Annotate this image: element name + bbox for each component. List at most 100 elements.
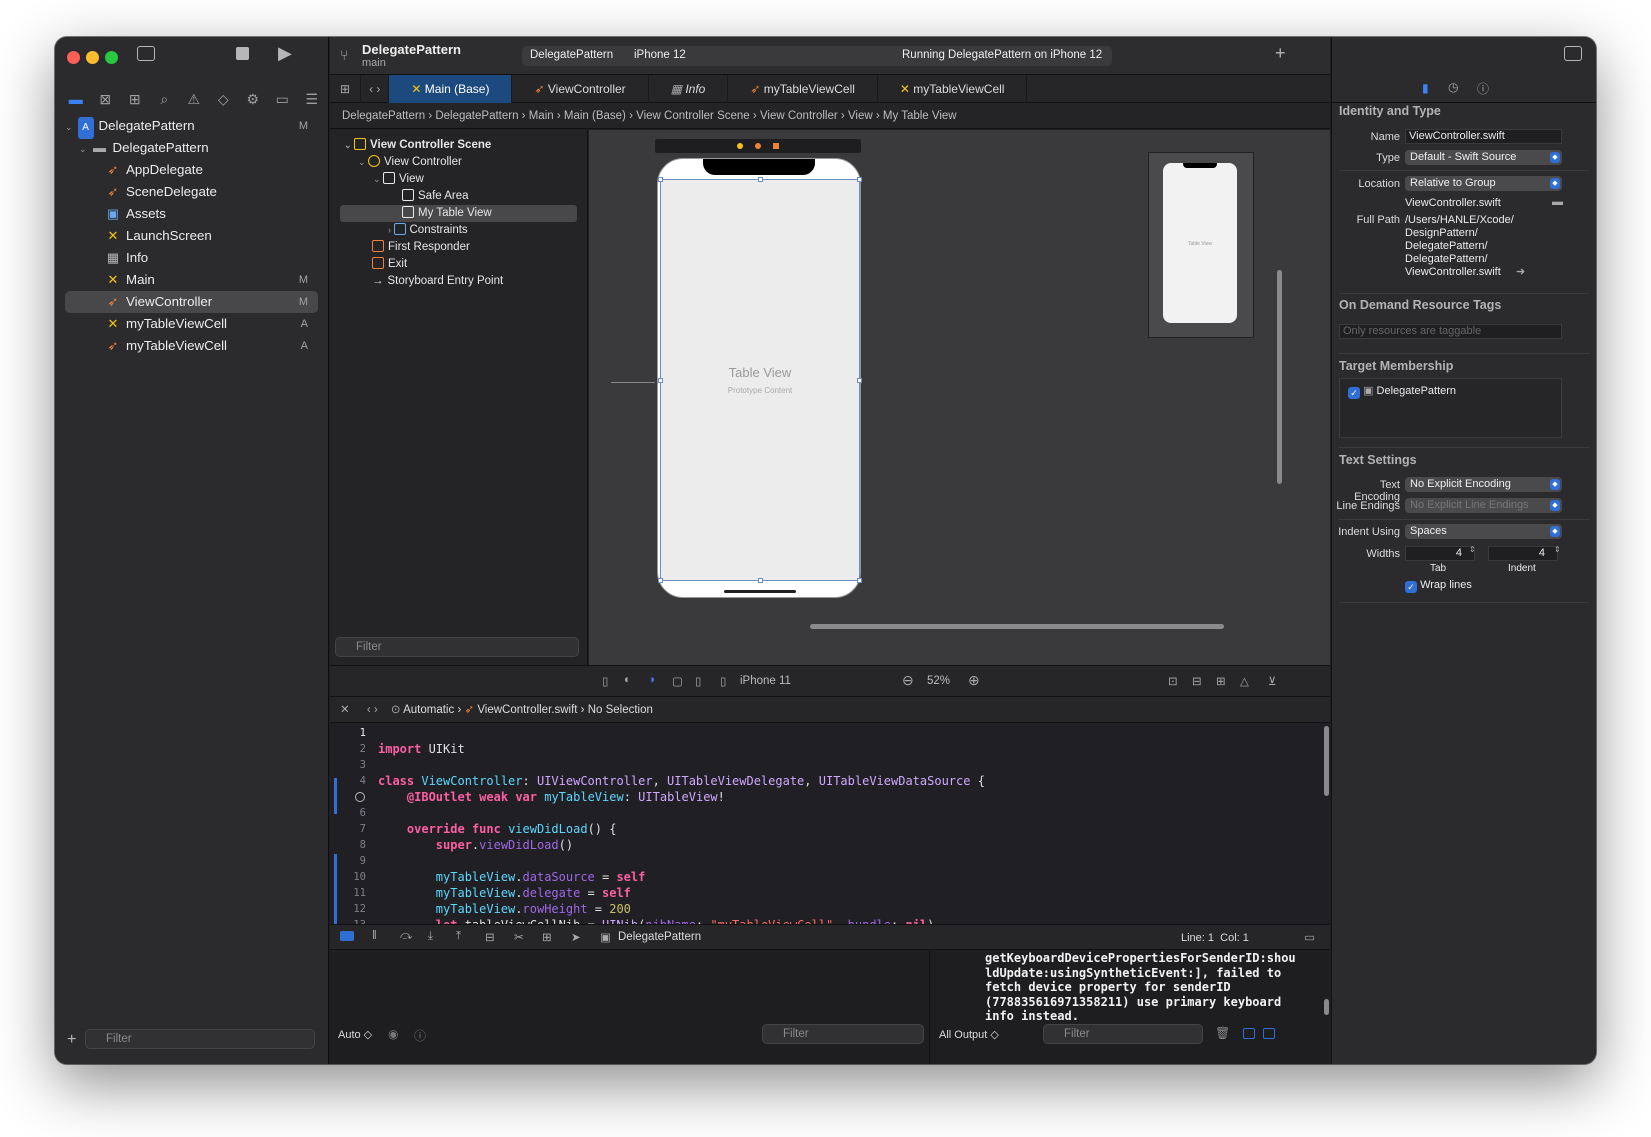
- minimize-window-button[interactable]: [86, 51, 99, 64]
- outline-my-table-view[interactable]: My Table View: [340, 205, 577, 222]
- zoom-window-button[interactable]: [105, 51, 118, 64]
- outline-view-controller[interactable]: ⌄ View Controller: [330, 154, 587, 171]
- file-inspector-icon[interactable]: ▮: [1422, 81, 1429, 95]
- help-inspector-icon[interactable]: ⓘ: [1477, 80, 1489, 97]
- folder-icon[interactable]: ▬: [1552, 196, 1563, 208]
- horizontal-scrollbar[interactable]: [810, 624, 1224, 629]
- outline-entry-point[interactable]: → Storyboard Entry Point: [330, 273, 587, 290]
- tree-item-viewcontroller[interactable]: ➶ ViewController M: [65, 291, 318, 313]
- close-icon[interactable]: ✕: [340, 704, 350, 716]
- device-selector[interactable]: iPhone 12: [634, 49, 686, 61]
- step-into-icon[interactable]: ⤓: [428, 930, 433, 943]
- tab-mytableviewcell-2[interactable]: ✕ myTableViewCell: [878, 74, 1028, 103]
- tree-item-appdelegate[interactable]: ➶ AppDelegate: [55, 159, 328, 181]
- outline-constraints[interactable]: › Constraints: [330, 222, 587, 239]
- debug-icon[interactable]: ⚙: [238, 91, 268, 108]
- tab-width-field[interactable]: 4: [1405, 546, 1475, 561]
- appearance-icon[interactable]: ◐: [624, 674, 631, 686]
- dark-mode-icon[interactable]: ◑: [648, 674, 655, 686]
- output-select[interactable]: All Output ◇: [939, 1028, 999, 1041]
- view-hierarchy-icon[interactable]: ⊟: [485, 930, 495, 944]
- history-inspector-icon[interactable]: ◷: [1448, 80, 1458, 94]
- table-view[interactable]: Table View Prototype Content: [658, 177, 862, 583]
- find-icon[interactable]: ⌕: [150, 91, 180, 108]
- memory-graph-icon[interactable]: ✂: [514, 930, 524, 944]
- variables-view-toggle-icon[interactable]: [1243, 1028, 1255, 1039]
- zoom-level[interactable]: 52%: [927, 675, 950, 687]
- location-icon[interactable]: ➤: [571, 930, 581, 944]
- editor-scrollbar[interactable]: [1324, 726, 1329, 796]
- test-icon[interactable]: ◇: [209, 91, 239, 108]
- tree-item-group[interactable]: ⌄ ▬ DelegatePattern: [55, 137, 328, 159]
- checkbox-icon[interactable]: ✓: [1405, 581, 1417, 593]
- outline-safe-area[interactable]: Safe Area: [330, 188, 587, 205]
- issue-icon[interactable]: ⚠: [179, 91, 209, 108]
- navigator-filter[interactable]: Filter: [85, 1029, 315, 1049]
- scheme-selector[interactable]: DelegatePattern: [530, 49, 613, 61]
- tree-item-mytableviewcell-swift[interactable]: ➶ myTableViewCell A: [55, 335, 328, 357]
- stepper-icon[interactable]: ⇕: [1469, 545, 1476, 554]
- name-field[interactable]: ViewController.swift: [1405, 129, 1562, 144]
- outlet-connection-icon[interactable]: [355, 792, 365, 802]
- disclosure-icon[interactable]: ⌄: [79, 144, 87, 154]
- wrap-lines-checkbox[interactable]: ✓ Wrap lines: [1405, 579, 1472, 593]
- orientation-icon[interactable]: ▢: [672, 674, 683, 688]
- tree-item-scenedelegate[interactable]: ➶ SceneDelegate: [55, 181, 328, 203]
- related-items-icon[interactable]: ⊙: [391, 704, 401, 716]
- console-filter[interactable]: Filter: [1043, 1024, 1203, 1044]
- console-view-toggle-icon[interactable]: [1263, 1028, 1275, 1039]
- embed-icon[interactable]: ⊻: [1268, 674, 1276, 688]
- device-name[interactable]: iPhone 11: [740, 675, 791, 687]
- back-forward-icon[interactable]: ‹ ›: [361, 74, 390, 103]
- update-frames-icon[interactable]: ⊡: [1168, 674, 1178, 688]
- tab-main-base[interactable]: ✕ Main (Base): [389, 74, 513, 103]
- tree-item-assets[interactable]: ▣ Assets: [55, 203, 328, 225]
- tree-item-main[interactable]: ✕ Main M: [55, 269, 328, 291]
- library-add-icon[interactable]: +: [1275, 43, 1286, 64]
- disclosure-icon[interactable]: ⌄: [65, 122, 73, 132]
- outline-view[interactable]: ⌄ View: [330, 171, 587, 188]
- layout-icon[interactable]: ▯: [695, 674, 701, 688]
- line-endings-select[interactable]: No Explicit Line Endings ◆: [1405, 498, 1562, 513]
- zoom-out-icon[interactable]: ⊖: [902, 672, 914, 689]
- variables-filter[interactable]: Filter: [762, 1024, 924, 1044]
- tab-viewcontroller[interactable]: ➶ ViewController: [512, 74, 649, 103]
- step-out-icon[interactable]: ⤒: [456, 930, 461, 943]
- indent-using-select[interactable]: Spaces ◆: [1405, 524, 1562, 539]
- trash-icon[interactable]: 🗑: [1215, 1026, 1230, 1040]
- target-item[interactable]: ✓ ▣ DelegatePattern: [1348, 384, 1456, 399]
- tree-item-launchscreen[interactable]: ✕ LaunchScreen: [55, 225, 328, 247]
- close-window-button[interactable]: [67, 51, 80, 64]
- indent-width-field[interactable]: 4: [1488, 546, 1558, 561]
- resource-tags-field[interactable]: Only resources are taggable: [1339, 324, 1562, 339]
- folder-icon[interactable]: ▬: [61, 91, 91, 107]
- reveal-arrow-icon[interactable]: ➜: [1516, 265, 1525, 278]
- zoom-in-icon[interactable]: ⊕: [968, 672, 980, 689]
- editor-file[interactable]: ViewController.swift: [477, 704, 577, 716]
- run-button[interactable]: ▶: [278, 43, 292, 64]
- activity-view[interactable]: DelegatePattern iPhone 12 Running Delega…: [522, 46, 1112, 66]
- report-icon[interactable]: ☰: [297, 91, 327, 108]
- tree-item-mytableviewcell-xib[interactable]: ✕ myTableViewCell A: [55, 313, 328, 335]
- inspector-toggle-icon[interactable]: [1564, 46, 1582, 61]
- stepper-icon[interactable]: ⇕: [1554, 545, 1561, 554]
- pause-icon[interactable]: ‖: [372, 930, 377, 942]
- info-icon[interactable]: ⓘ: [414, 1027, 426, 1044]
- interface-builder-canvas[interactable]: Table View Prototype Content Table View: [589, 130, 1330, 665]
- debug-target[interactable]: DelegatePattern: [618, 931, 701, 943]
- outline-filter[interactable]: Filter: [335, 637, 579, 657]
- console-toggle-icon[interactable]: ▭: [1304, 930, 1315, 944]
- resolve-icon[interactable]: △: [1240, 674, 1249, 688]
- editor-selection[interactable]: No Selection: [588, 704, 653, 716]
- console-scrollbar[interactable]: [1324, 999, 1329, 1015]
- location-select[interactable]: Relative to Group ◆: [1405, 176, 1562, 191]
- outline-exit[interactable]: Exit: [330, 256, 587, 273]
- grid-icon[interactable]: ⊞: [330, 74, 362, 103]
- vertical-scrollbar[interactable]: [1277, 270, 1282, 484]
- environment-icon[interactable]: ⊞: [542, 930, 552, 944]
- eye-icon[interactable]: ◉: [388, 1027, 398, 1041]
- preview-thumbnail[interactable]: Table View: [1148, 152, 1254, 338]
- add-icon[interactable]: +: [67, 1031, 76, 1049]
- debug-area-toggle-icon[interactable]: [340, 931, 354, 941]
- outline-first-responder[interactable]: First Responder: [330, 239, 587, 256]
